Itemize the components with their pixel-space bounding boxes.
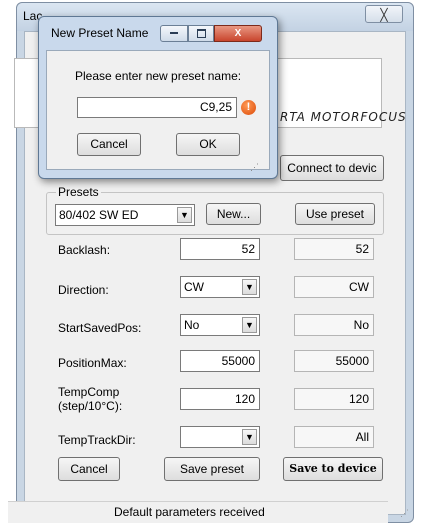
preset-name-input[interactable]: C9,25 — [77, 97, 237, 118]
startsavedpos-device-value: No — [294, 314, 374, 336]
direction-device-value: CW — [294, 276, 374, 298]
direction-select-value: CW — [184, 280, 204, 294]
startsavedpos-label: StartSavedPos: — [58, 321, 142, 335]
save-preset-button[interactable]: Save preset — [164, 457, 260, 481]
tempcomp-device-value: 120 — [294, 388, 374, 410]
direction-select[interactable]: CW ▼ — [180, 276, 260, 298]
close-icon: ╳ — [380, 8, 388, 22]
save-to-device-button[interactable]: Save to device — [283, 457, 383, 481]
brand-logo-text: RTA MOTORFOCUS — [280, 110, 407, 124]
resize-grip-icon[interactable]: ⋰ — [400, 508, 409, 519]
direction-label: Direction: — [58, 283, 109, 297]
minimize-button[interactable] — [160, 25, 188, 42]
chevron-down-icon: ▼ — [242, 279, 257, 295]
temptrackdir-device-value: All — [294, 426, 374, 448]
use-preset-button[interactable]: Use preset — [295, 203, 375, 225]
main-close-button[interactable]: ╳ — [365, 5, 403, 23]
dialog-prompt: Please enter new preset name: — [75, 69, 242, 83]
chevron-down-icon: ▼ — [242, 429, 257, 445]
temptrackdir-label: TempTrackDir: — [58, 433, 136, 447]
backlash-input[interactable]: 52 — [180, 238, 260, 260]
dialog-close-button[interactable]: X — [214, 25, 262, 42]
preset-select-value: 80/402 SW ED — [59, 208, 139, 222]
status-text: Default parameters received — [114, 505, 265, 519]
dialog-title: New Preset Name — [51, 26, 149, 40]
warning-icon: ! — [241, 100, 256, 115]
backlash-label: Backlash: — [58, 243, 111, 257]
minimize-icon — [170, 32, 178, 35]
backlash-device-value: 52 — [294, 238, 374, 260]
dialog-resize-grip-icon[interactable]: ⋰ — [250, 162, 259, 173]
positionmax-input[interactable]: 55000 — [180, 350, 260, 372]
tempcomp-input[interactable]: 120 — [180, 388, 260, 410]
startsavedpos-select[interactable]: No ▼ — [180, 314, 260, 336]
chevron-down-icon: ▼ — [177, 207, 192, 223]
preset-select[interactable]: 80/402 SW ED ▼ — [55, 204, 195, 226]
chevron-down-icon: ▼ — [242, 317, 257, 333]
dialog-ok-button[interactable]: OK — [176, 133, 240, 156]
startsavedpos-select-value: No — [184, 318, 200, 332]
maximize-button[interactable] — [188, 25, 214, 42]
presets-group-label: Presets — [56, 185, 101, 199]
maximize-icon — [196, 28, 206, 38]
new-preset-button[interactable]: New... — [206, 203, 261, 225]
connect-button[interactable]: Connect to devic — [280, 155, 384, 181]
tempcomp-label-line1: TempComp — [58, 385, 120, 399]
tempcomp-label-line2: (step/10°C): — [58, 399, 123, 413]
positionmax-device-value: 55000 — [294, 350, 374, 372]
close-icon: X — [234, 28, 242, 39]
cancel-button[interactable]: Cancel — [58, 457, 120, 481]
dialog-cancel-button[interactable]: Cancel — [77, 133, 141, 156]
temptrackdir-select[interactable]: ▼ — [180, 426, 260, 448]
positionmax-label: PositionMax: — [58, 356, 127, 370]
